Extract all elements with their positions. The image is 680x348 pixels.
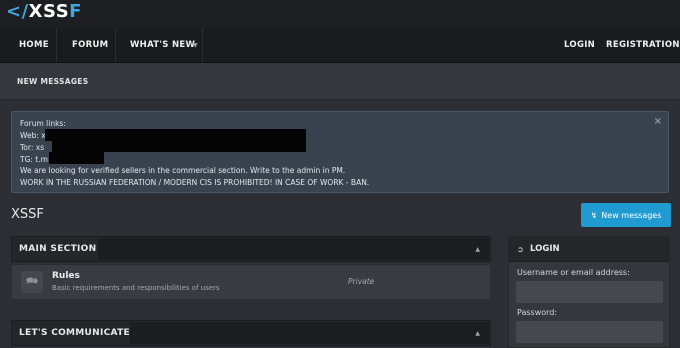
chevron-down-icon[interactable]: ▼ bbox=[193, 28, 198, 62]
nav-divider bbox=[202, 28, 203, 62]
notice-line: WORK IN THE RUSSIAN FEDERATION / MODERN … bbox=[20, 178, 370, 187]
logo-text: XSS bbox=[28, 0, 70, 22]
forum-row[interactable]: 🗪 Rules Basic requirements and responsib… bbox=[11, 264, 491, 300]
notice-line: Web: x bbox=[20, 131, 46, 140]
nav-divider bbox=[56, 28, 57, 62]
login-box-title: LOGIN bbox=[530, 244, 560, 254]
login-box-header: ➲ LOGIN bbox=[509, 237, 669, 262]
category-title[interactable]: MAIN SECTION bbox=[19, 237, 96, 261]
chat-bubbles-icon: 🗪 bbox=[21, 271, 43, 293]
caret-up-icon[interactable]: ▲ bbox=[475, 237, 480, 261]
nav-registration[interactable]: REGISTRATION bbox=[606, 28, 680, 62]
nav-divider bbox=[115, 28, 116, 62]
forum-description: Basic requirements and responsibilities … bbox=[52, 284, 220, 292]
login-box: ➲ LOGIN Username or email address: Passw… bbox=[508, 236, 670, 348]
logo-bracket: </ bbox=[6, 0, 29, 22]
username-label: Username or email address: bbox=[517, 268, 630, 277]
nav-login[interactable]: LOGIN bbox=[564, 28, 595, 62]
nav-whats-new[interactable]: WHAT'S NEW bbox=[130, 28, 195, 62]
new-messages-button[interactable]: ↯ New messages bbox=[581, 203, 671, 227]
close-icon[interactable]: × bbox=[654, 116, 662, 127]
new-messages-label: New messages bbox=[601, 210, 662, 220]
category-main-section: MAIN SECTION ▲ bbox=[11, 236, 491, 262]
password-field[interactable] bbox=[516, 321, 663, 343]
category-header-fill bbox=[130, 322, 489, 344]
password-label: Password: bbox=[517, 308, 558, 317]
page-title: XSSF bbox=[11, 207, 44, 222]
category-title[interactable]: LET'S COMMUNICATE bbox=[19, 321, 130, 345]
sub-nav: NEW MESSAGES bbox=[0, 63, 680, 100]
category-lets-communicate: LET'S COMMUNICATE ▲ bbox=[11, 320, 491, 346]
main-nav: HOME FORUM WHAT'S NEW ▼ LOGIN REGISTRATI… bbox=[0, 28, 680, 63]
notice-line: We are looking for verified sellers in t… bbox=[20, 166, 346, 175]
forum-status: Private bbox=[348, 277, 375, 286]
bolt-icon: ↯ bbox=[590, 210, 598, 220]
username-field[interactable] bbox=[516, 281, 663, 303]
subnav-new-messages[interactable]: NEW MESSAGES bbox=[17, 63, 88, 99]
site-logo[interactable]: </XSS F bbox=[6, 0, 82, 22]
forum-title[interactable]: Rules bbox=[52, 271, 80, 281]
notice-line: Forum links: bbox=[20, 119, 66, 128]
forum-notice: Forum links: Web: x Tor: xs TG: t.m We a… bbox=[11, 111, 669, 193]
redaction-bar bbox=[49, 152, 104, 164]
category-header-fill bbox=[98, 238, 489, 260]
notice-line: Tor: xs bbox=[20, 143, 45, 152]
notice-line: TG: t.m bbox=[20, 155, 48, 164]
nav-home[interactable]: HOME bbox=[19, 28, 49, 62]
nav-forum[interactable]: FORUM bbox=[72, 28, 108, 62]
redaction-bar bbox=[52, 140, 306, 152]
caret-up-icon[interactable]: ▲ bbox=[475, 321, 480, 345]
sign-in-icon: ➲ bbox=[517, 244, 524, 254]
logo-accent: F bbox=[69, 0, 82, 22]
top-bar: </XSS F bbox=[0, 0, 680, 28]
